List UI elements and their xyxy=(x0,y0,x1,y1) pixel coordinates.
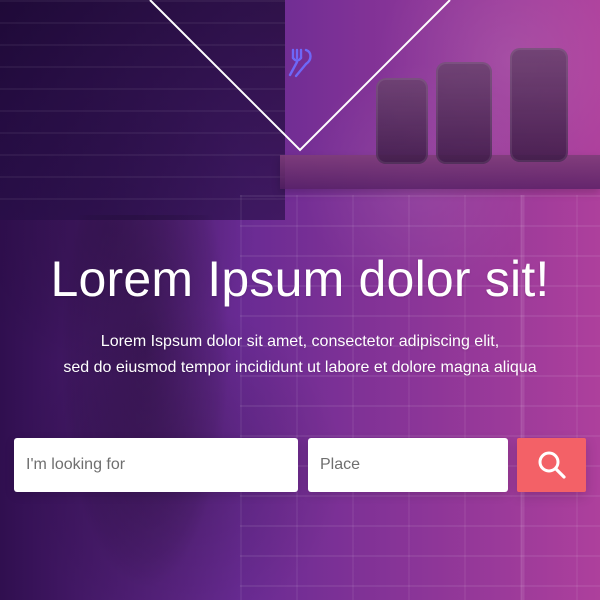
search-icon xyxy=(538,451,566,479)
looking-for-field xyxy=(14,438,298,492)
hero-section: Lorem Ipsum dolor sit! Lorem Ispsum dolo… xyxy=(0,0,600,600)
place-field xyxy=(308,438,508,492)
hero-subtitle-line-1: Lorem Ispsum dolor sit amet, consectetor… xyxy=(100,333,500,350)
top-triangle-outline xyxy=(149,0,451,152)
looking-for-input[interactable] xyxy=(14,438,298,492)
fork-knife-icon xyxy=(288,48,312,78)
hero-subtitle: Lorem Ispsum dolor sit amet, consectetor… xyxy=(0,329,600,381)
place-input[interactable] xyxy=(308,438,508,492)
hero-title: Lorem Ipsum dolor sit! xyxy=(50,251,550,307)
hero-subtitle-line-2: sed do eiusmod tempor incididunt ut labo… xyxy=(63,359,537,376)
search-button[interactable] xyxy=(517,438,586,492)
